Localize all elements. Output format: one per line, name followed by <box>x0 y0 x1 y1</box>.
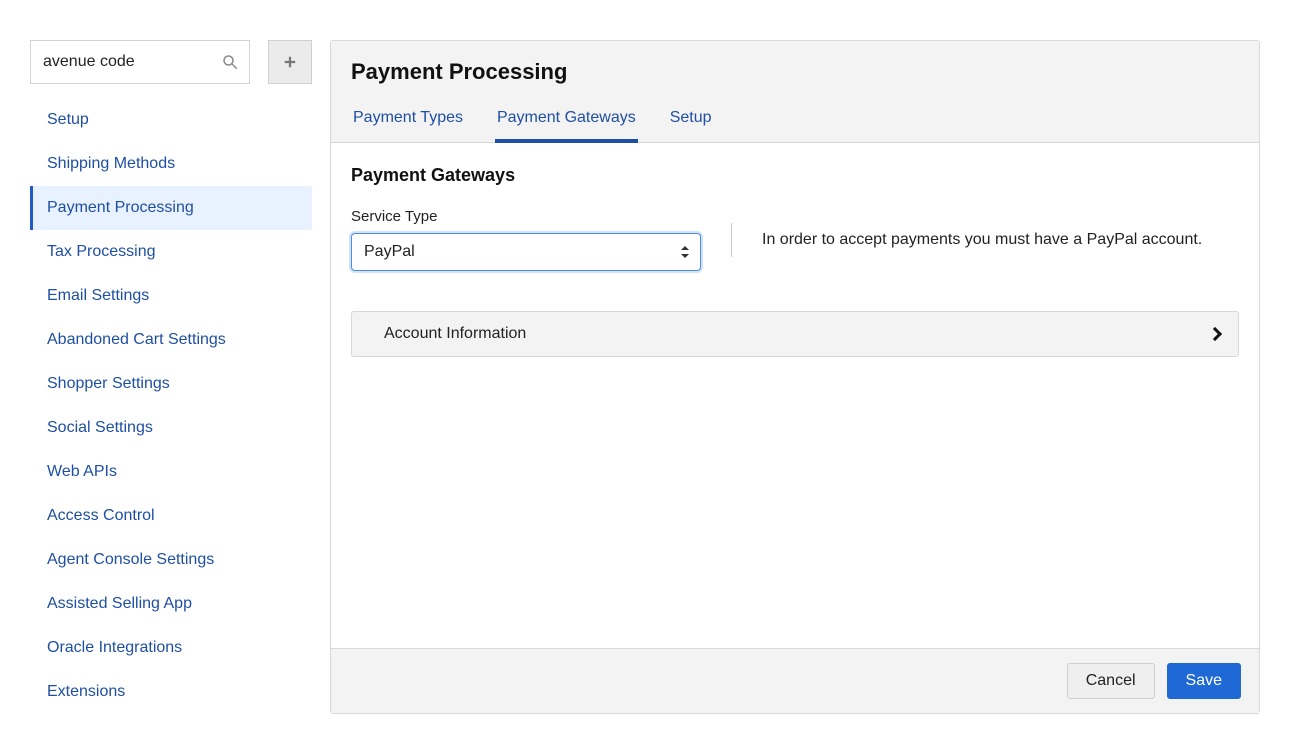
service-type-value: PayPal <box>352 234 700 270</box>
sidebar-item-label: Agent Console Settings <box>47 551 214 568</box>
sidebar-item-label: Access Control <box>47 507 155 524</box>
sidebar-search-row <box>30 40 312 84</box>
page-title: Payment Processing <box>351 59 1239 85</box>
sidebar-item-tax-processing[interactable]: Tax Processing <box>30 230 312 274</box>
sidebar-item-label: Shopper Settings <box>47 375 170 392</box>
sidebar-item-shopper-settings[interactable]: Shopper Settings <box>30 362 312 406</box>
plus-icon <box>281 53 299 71</box>
sidebar-item-oracle-integrations[interactable]: Oracle Integrations <box>30 626 312 670</box>
sidebar-item-label: Abandoned Cart Settings <box>47 331 226 348</box>
sidebar-item-label: Setup <box>47 111 89 128</box>
service-type-select[interactable]: PayPal <box>351 233 701 271</box>
sidebar-item-abandoned-cart-settings[interactable]: Abandoned Cart Settings <box>30 318 312 362</box>
tab-label: Payment Types <box>353 109 463 126</box>
sidebar-item-assisted-selling-app[interactable]: Assisted Selling App <box>30 582 312 626</box>
sidebar-item-shipping-methods[interactable]: Shipping Methods <box>30 142 312 186</box>
search-input-wrap <box>30 40 250 84</box>
tab-label: Setup <box>670 109 712 126</box>
sidebar-item-label: Payment Processing <box>47 199 194 216</box>
tab-payment-types[interactable]: Payment Types <box>351 103 465 143</box>
sidebar-item-label: Extensions <box>47 683 125 700</box>
tab-label: Payment Gateways <box>497 109 636 126</box>
service-type-field: Service Type PayPal <box>351 208 701 271</box>
panel-footer: Cancel Save <box>331 648 1259 713</box>
sidebar-item-label: Assisted Selling App <box>47 595 192 612</box>
main-panel: Payment Processing Payment Types Payment… <box>330 40 1260 714</box>
account-information-accordion[interactable]: Account Information <box>351 311 1239 357</box>
sidebar-item-social-settings[interactable]: Social Settings <box>30 406 312 450</box>
sidebar-item-label: Social Settings <box>47 419 153 436</box>
section-heading: Payment Gateways <box>351 165 1239 186</box>
sidebar-item-label: Email Settings <box>47 287 149 304</box>
button-label: Cancel <box>1086 672 1136 689</box>
service-type-row: Service Type PayPal In order to accept p… <box>351 208 1239 271</box>
sidebar-item-extensions[interactable]: Extensions <box>30 670 312 714</box>
sidebar-nav: Setup Shipping Methods Payment Processin… <box>30 98 312 714</box>
tab-setup[interactable]: Setup <box>668 103 714 143</box>
sidebar-item-label: Shipping Methods <box>47 155 175 172</box>
search-input[interactable] <box>31 41 249 83</box>
panel-body: Payment Gateways Service Type PayPal In <box>331 143 1259 648</box>
sidebar-item-label: Web APIs <box>47 463 117 480</box>
sidebar-item-access-control[interactable]: Access Control <box>30 494 312 538</box>
sidebar-item-web-apis[interactable]: Web APIs <box>30 450 312 494</box>
button-label: Save <box>1186 672 1222 689</box>
panel-header: Payment Processing Payment Types Payment… <box>331 41 1259 143</box>
divider <box>731 223 732 257</box>
sidebar-item-setup[interactable]: Setup <box>30 98 312 142</box>
service-type-label: Service Type <box>351 208 701 225</box>
cancel-button[interactable]: Cancel <box>1067 663 1155 699</box>
sidebar: Setup Shipping Methods Payment Processin… <box>30 40 312 714</box>
tabs: Payment Types Payment Gateways Setup <box>351 103 1239 142</box>
select-caret-icon <box>680 244 694 260</box>
service-type-helper: In order to accept payments you must hav… <box>762 231 1239 249</box>
search-icon[interactable] <box>221 53 239 71</box>
sidebar-item-email-settings[interactable]: Email Settings <box>30 274 312 318</box>
tab-payment-gateways[interactable]: Payment Gateways <box>495 103 638 143</box>
chevron-right-icon <box>1208 327 1222 341</box>
add-button[interactable] <box>268 40 312 84</box>
accordion-title: Account Information <box>384 325 526 343</box>
sidebar-item-payment-processing[interactable]: Payment Processing <box>30 186 312 230</box>
sidebar-item-label: Tax Processing <box>47 243 156 260</box>
sidebar-item-label: Oracle Integrations <box>47 639 182 656</box>
save-button[interactable]: Save <box>1167 663 1241 699</box>
sidebar-item-agent-console-settings[interactable]: Agent Console Settings <box>30 538 312 582</box>
